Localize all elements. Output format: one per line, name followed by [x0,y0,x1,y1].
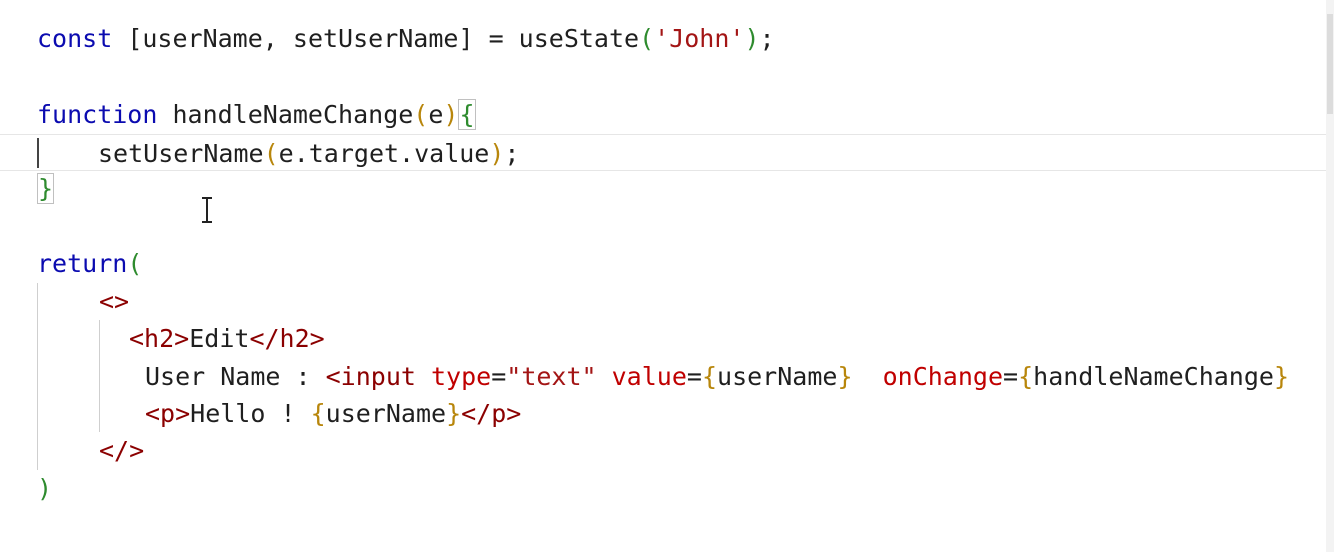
identifiers: userName, setUserName [142,24,459,53]
semicolon: ; [759,24,775,53]
brace-open: { [458,99,476,130]
text-caret [37,138,39,168]
paren: ) [443,100,459,129]
keyword-const: const [37,24,113,53]
brace-close: } [37,173,55,204]
code-line-1: const [userName, setUserName] = useState… [37,20,775,57]
brace: { [701,362,718,391]
operator: = [491,362,507,391]
scrollbar-thumb[interactable] [1327,14,1333,114]
operator: = [473,24,519,53]
paren: ) [489,139,505,168]
code-line-6: <> [99,283,129,320]
tag-open: <h2> [129,324,190,353]
code-line-7: <h2>Edit</h2> [129,320,325,357]
paren: ( [127,249,143,278]
argument: e.target.value [278,139,490,168]
paren: ( [639,24,655,53]
jsx-text: User Name : [145,362,326,391]
text-cursor-icon [202,197,212,223]
tag-close: </p> [461,399,522,428]
string-literal: 'John' [654,24,745,53]
tag-open: <p> [145,399,191,428]
code-line-2: function handleNameChange(e){ [37,96,476,133]
paren: ( [263,139,279,168]
tag-close: </h2> [249,324,325,353]
bracket: ] [458,24,474,53]
code-line-11: ) [37,470,52,507]
code-editor[interactable]: const [userName, setUserName] = useState… [0,0,1334,552]
brace: { [1018,362,1034,391]
operator: = [1003,362,1019,391]
paren: ) [37,474,53,503]
indent-guide [99,320,100,432]
fragment-close: </> [99,436,145,465]
jsx-text: Edit [189,324,250,353]
identifier: userName [325,399,447,428]
operator: = [686,362,702,391]
code-line-4: } [37,170,55,207]
code-line-9: <p>Hello ! {userName}</p> [145,395,521,432]
tag-open: <input [325,362,416,391]
brace: } [837,362,853,391]
indent-guide [37,283,38,470]
attr-name: value [596,362,687,391]
code-line-5: return( [37,245,142,282]
code-line-10: </> [99,432,144,469]
brace: { [310,399,326,428]
param: e [428,100,444,129]
code-line-8: User Name : <input type="text" value={us… [145,358,1289,395]
semicolon: ; [504,139,520,168]
brace: } [446,399,462,428]
function-call: setUserName [98,139,264,168]
paren: ( [413,100,429,129]
function-name: handleNameChange [157,100,414,129]
vertical-scrollbar[interactable] [1326,0,1334,552]
fragment-open: <> [99,287,130,316]
function-call: useState [518,24,640,53]
bracket: [ [112,24,143,53]
identifier: userName [717,362,838,391]
paren: ) [744,24,760,53]
keyword-function: function [37,100,158,129]
jsx-text: Hello ! [190,399,311,428]
keyword-return: return [37,249,128,278]
string-literal: "text" [506,362,597,391]
code-line-3-current[interactable]: setUserName(e.target.value); [0,134,1334,171]
brace: } [1273,362,1290,391]
identifier: handleNameChange [1033,362,1274,391]
attr-name: type [415,362,492,391]
attr-name: onChange [852,362,1004,391]
